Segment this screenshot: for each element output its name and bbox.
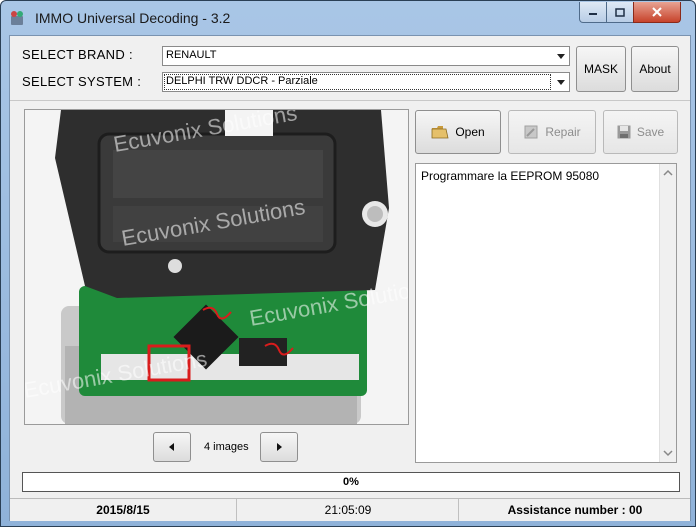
maximize-icon (615, 7, 625, 17)
title-bar: IMMO Universal Decoding - 3.2 (1, 1, 695, 35)
system-value: DELPHI TRW DDCR - Parziale (166, 75, 318, 87)
progress-label: 0% (343, 476, 359, 488)
previous-image-button[interactable] (153, 432, 191, 462)
about-label: About (639, 62, 671, 76)
app-icon (11, 11, 23, 25)
info-text: Programmare la EEPROM 95080 (421, 169, 600, 183)
chevron-down-icon (553, 47, 569, 65)
save-button[interactable]: Save (603, 110, 678, 154)
open-label: Open (455, 125, 485, 139)
ecu-image: Ecuvonix Solutions Ecuvonix Solutions Ec… (24, 109, 409, 425)
window-title: IMMO Universal Decoding - 3.2 (35, 10, 231, 26)
arrow-left-icon (169, 443, 174, 451)
floppy-disk-icon (617, 125, 631, 139)
about-button[interactable]: About (631, 46, 679, 92)
info-textbox[interactable]: Programmare la EEPROM 95080 (415, 163, 677, 463)
repair-button[interactable]: Repair (508, 110, 596, 154)
status-bar: 2015/8/15 21:05:09 Assistance number : 0… (10, 498, 690, 521)
app-window: IMMO Universal Decoding - 3.2 SELECT BRA… (0, 0, 696, 527)
separator (10, 100, 690, 101)
system-select[interactable]: DELPHI TRW DDCR - Parziale (162, 72, 570, 92)
scroll-down-icon (663, 450, 673, 457)
status-time: 21:05:09 (236, 499, 459, 521)
arrow-right-icon (277, 443, 282, 451)
save-label: Save (636, 125, 665, 139)
brand-value: RENAULT (166, 49, 217, 61)
close-icon (652, 7, 662, 17)
vertical-scrollbar[interactable] (659, 164, 676, 462)
folder-open-icon (431, 126, 449, 139)
progress-bar: 0% (22, 472, 680, 492)
status-date: 2015/8/15 (96, 503, 150, 517)
brand-select[interactable]: RENAULT (162, 46, 570, 66)
minimize-icon (589, 13, 597, 15)
status-assistance: Assistance number : 00 (458, 499, 691, 521)
maximize-button[interactable] (606, 2, 634, 23)
image-count: 4 images (204, 441, 249, 453)
wrench-icon (524, 125, 538, 139)
ecu-photo: Ecuvonix Solutions Ecuvonix Solutions Ec… (25, 110, 408, 424)
next-image-button[interactable] (260, 432, 298, 462)
minimize-button[interactable] (579, 2, 607, 23)
client-area: SELECT BRAND : RENAULT SELECT SYSTEM : D… (9, 35, 691, 521)
brand-label: SELECT BRAND : (22, 47, 133, 62)
open-button[interactable]: Open (415, 110, 501, 154)
mask-label: MASK (583, 62, 618, 76)
chevron-down-icon (553, 73, 569, 91)
system-label: SELECT SYSTEM : (22, 74, 142, 89)
mask-button[interactable]: MASK (576, 46, 626, 92)
repair-label: Repair (545, 125, 581, 139)
close-button[interactable] (633, 2, 681, 23)
scroll-up-icon (663, 169, 673, 176)
